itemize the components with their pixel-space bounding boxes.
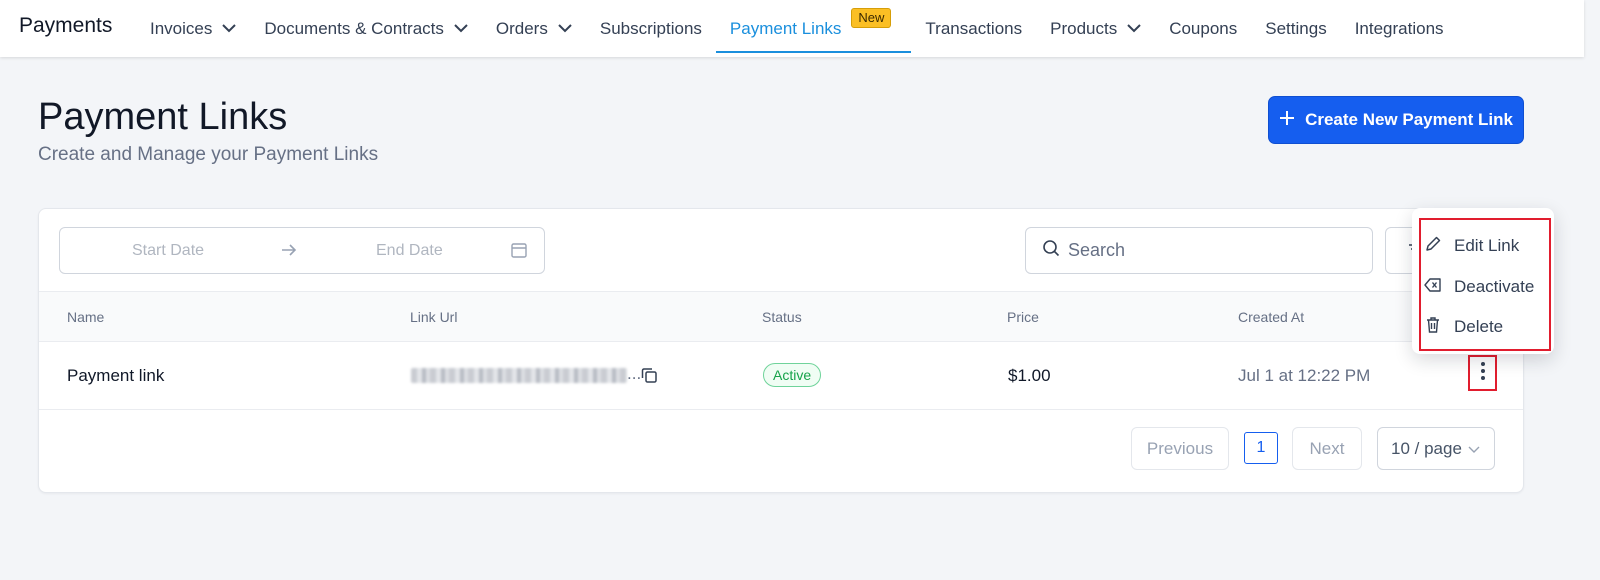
nav-item-orders[interactable]: Orders <box>482 0 586 57</box>
create-button-label: Create New Payment Link <box>1305 110 1513 129</box>
nav-item-invoices[interactable]: Invoices <box>136 0 250 57</box>
menu-item-delete[interactable]: Delete <box>1424 310 1546 344</box>
row-created-at: Jul 1 at 12:22 PM <box>1238 366 1371 385</box>
chevron-down-icon <box>558 24 572 33</box>
create-payment-link-button[interactable]: Create New Payment Link <box>1268 96 1524 144</box>
page-number-button[interactable]: 1 <box>1244 432 1278 464</box>
row-actions-menu: Edit Link Deactivate Delete <box>1412 208 1554 354</box>
nav-label: Coupons <box>1169 18 1238 38</box>
table-header: Name Link Url Status Price Created At <box>39 291 1523 342</box>
arrow-right-icon <box>280 241 298 264</box>
nav-label: Payment Links <box>729 18 842 38</box>
nav-item-settings[interactable]: Settings <box>1251 0 1340 57</box>
nav-item-transactions[interactable]: Transactions <box>911 0 1036 57</box>
column-price: Price <box>1007 309 1039 325</box>
row-name: Payment link <box>67 366 165 385</box>
nav-item-products[interactable]: Products <box>1036 0 1155 57</box>
brand-title: Payments <box>19 14 113 37</box>
chevron-down-icon <box>1468 439 1480 459</box>
chevron-down-icon <box>222 24 237 33</box>
trash-icon <box>1424 316 1442 339</box>
page-size-select[interactable]: 10 / page <box>1377 427 1495 470</box>
nav-label: Integrations <box>1354 18 1444 38</box>
previous-page-button[interactable]: Previous <box>1131 427 1229 470</box>
nav-label: Settings <box>1265 18 1327 38</box>
search-field[interactable] <box>1025 227 1373 274</box>
page-subtitle: Create and Manage your Payment Links <box>38 144 379 165</box>
column-status: Status <box>762 309 802 325</box>
nav-label: Transactions <box>925 18 1023 38</box>
nav-label: Documents & Contracts <box>264 18 444 38</box>
payment-links-card: Start Date End Date Name Link Url Status… <box>38 208 1524 493</box>
more-vertical-icon <box>1480 361 1486 386</box>
menu-item-label: Deactivate <box>1454 277 1535 296</box>
nav-item-integrations[interactable]: Integrations <box>1341 0 1458 57</box>
menu-item-label: Edit Link <box>1454 236 1520 255</box>
nav-item-coupons[interactable]: Coupons <box>1155 0 1251 57</box>
menu-item-deactivate[interactable]: Deactivate <box>1424 270 1546 304</box>
plus-icon <box>1279 110 1295 131</box>
chevron-down-icon <box>454 24 468 33</box>
end-date-placeholder[interactable]: End Date <box>376 242 443 260</box>
next-page-button[interactable]: Next <box>1292 427 1362 470</box>
row-price: $1.00 <box>1008 366 1051 385</box>
search-icon <box>1042 239 1060 262</box>
backspace-icon <box>1424 276 1442 299</box>
row-actions-button[interactable] <box>1468 355 1497 391</box>
column-name: Name <box>67 309 105 325</box>
table-row[interactable]: Payment link ... Active $1.00 Jul 1 at 1… <box>39 342 1523 410</box>
nav-items: Invoices Documents & Contracts Orders Su… <box>136 0 1458 57</box>
copy-icon[interactable] <box>640 366 658 389</box>
pencil-icon <box>1424 235 1442 258</box>
search-input[interactable] <box>1068 240 1348 261</box>
top-navigation: Payments Invoices Documents & Contracts … <box>0 0 1584 57</box>
nav-label: Orders <box>495 18 548 38</box>
calendar-icon <box>510 241 528 264</box>
nav-item-payment-links[interactable]: Payment Links New <box>715 0 912 57</box>
page-size-value: 10 / page <box>1391 438 1462 458</box>
nav-label: Invoices <box>150 18 213 38</box>
column-link-url: Link Url <box>410 309 458 325</box>
start-date-placeholder[interactable]: Start Date <box>132 242 204 260</box>
date-range-picker[interactable]: Start Date End Date <box>59 227 545 274</box>
nav-label: Subscriptions <box>599 18 702 38</box>
nav-label: Products <box>1050 18 1118 38</box>
column-created-at: Created At <box>1238 309 1305 325</box>
chevron-down-icon <box>1127 24 1141 33</box>
new-badge: New <box>851 8 892 28</box>
link-url-redacted <box>411 368 627 383</box>
page-title: Payment Links <box>38 96 288 138</box>
menu-item-label: Delete <box>1454 317 1504 336</box>
nav-item-documents-contracts[interactable]: Documents & Contracts <box>250 0 482 57</box>
status-badge: Active <box>763 363 822 387</box>
nav-item-subscriptions[interactable]: Subscriptions <box>586 0 716 57</box>
menu-item-edit-link[interactable]: Edit Link <box>1424 229 1546 263</box>
